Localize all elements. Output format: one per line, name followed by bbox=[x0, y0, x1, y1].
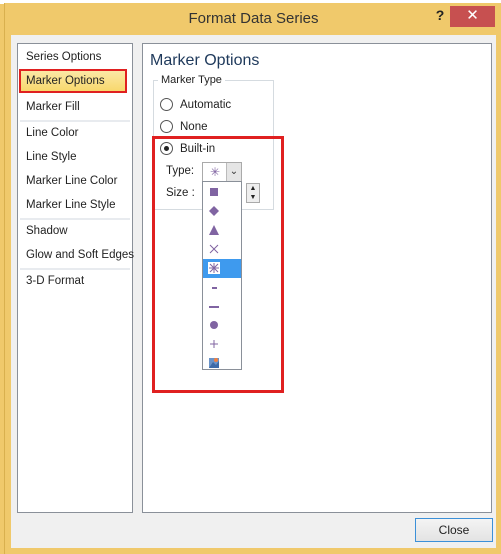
nav-item-marker-line-style[interactable]: Marker Line Style bbox=[26, 194, 115, 216]
panel-title: Marker Options bbox=[150, 52, 260, 69]
nav-item-line-color[interactable]: Line Color bbox=[26, 122, 78, 144]
marker-type-dropdown bbox=[202, 181, 242, 370]
radio-button[interactable] bbox=[160, 98, 173, 111]
dialog-client: Series Options Marker Options Marker Fil… bbox=[11, 35, 496, 548]
selected-marker-star-icon: ✳ bbox=[209, 165, 221, 179]
dropdown-option-plus[interactable] bbox=[203, 335, 241, 354]
dropdown-option-x[interactable] bbox=[203, 240, 241, 259]
triangle-marker-icon bbox=[209, 225, 219, 235]
radio-label: Automatic bbox=[180, 98, 232, 111]
dropdown-option-star[interactable] bbox=[203, 259, 241, 278]
dropdown-option-long-dash[interactable] bbox=[203, 297, 241, 316]
group-label: Marker Type bbox=[158, 74, 225, 86]
nav-item-shadow[interactable]: Shadow bbox=[26, 220, 68, 242]
radio-built-in[interactable]: Built-in bbox=[160, 142, 215, 155]
square-marker-icon bbox=[210, 188, 218, 196]
radio-none[interactable]: None bbox=[160, 120, 208, 133]
radio-button[interactable] bbox=[160, 120, 173, 133]
dropdown-option-circle[interactable] bbox=[203, 316, 241, 335]
long-dash-marker-icon bbox=[209, 306, 219, 308]
marker-options-panel: Marker Options Marker Type Automatic Non… bbox=[142, 43, 492, 513]
nav-item-line-style[interactable]: Line Style bbox=[26, 146, 77, 168]
marker-type-select[interactable]: ✳ ⌄ bbox=[202, 162, 242, 182]
close-window-button[interactable]: ✕ bbox=[450, 6, 495, 27]
radio-label: Built-in bbox=[180, 142, 216, 155]
size-spinner[interactable]: ▲ ▼ bbox=[246, 183, 260, 203]
diamond-marker-icon bbox=[209, 206, 219, 216]
nav-item-marker-options[interactable]: Marker Options bbox=[19, 69, 127, 93]
x-marker-icon bbox=[209, 244, 219, 254]
radio-automatic[interactable]: Automatic bbox=[160, 98, 231, 111]
format-data-series-dialog: Format Data Series ? ✕ Series Options Ma… bbox=[4, 3, 501, 554]
nav-item-marker-line-color[interactable]: Marker Line Color bbox=[26, 170, 117, 192]
dropdown-option-picture[interactable] bbox=[203, 354, 241, 373]
plus-marker-icon bbox=[210, 340, 218, 348]
short-dash-marker-icon bbox=[212, 287, 217, 289]
nav-item-3d-format[interactable]: 3-D Format bbox=[26, 270, 84, 292]
help-icon[interactable]: ? bbox=[432, 7, 448, 25]
radio-label: None bbox=[180, 120, 208, 133]
nav-item-series-options[interactable]: Series Options bbox=[26, 46, 101, 68]
dropdown-option-short-dash[interactable] bbox=[203, 278, 241, 297]
dropdown-option-diamond[interactable] bbox=[203, 202, 241, 221]
dropdown-option-square[interactable] bbox=[203, 183, 241, 202]
close-button[interactable]: Close bbox=[415, 518, 493, 542]
category-nav: Series Options Marker Options Marker Fil… bbox=[17, 43, 134, 513]
type-label: Type: bbox=[166, 165, 195, 177]
radio-button[interactable] bbox=[160, 142, 173, 155]
chevron-down-icon[interactable]: ⌄ bbox=[226, 163, 241, 181]
dialog-title: Format Data Series bbox=[188, 10, 319, 27]
spin-up-icon[interactable]: ▲ bbox=[247, 184, 259, 193]
picture-marker-icon bbox=[209, 358, 219, 368]
circle-marker-icon bbox=[210, 321, 218, 329]
size-label: Size : bbox=[166, 187, 195, 199]
star-marker-icon bbox=[208, 262, 220, 274]
spin-down-icon[interactable]: ▼ bbox=[247, 193, 259, 202]
nav-item-glow-soft-edges[interactable]: Glow and Soft Edges bbox=[26, 244, 134, 266]
nav-item-marker-fill[interactable]: Marker Fill bbox=[26, 96, 80, 118]
dropdown-option-triangle[interactable] bbox=[203, 221, 241, 240]
